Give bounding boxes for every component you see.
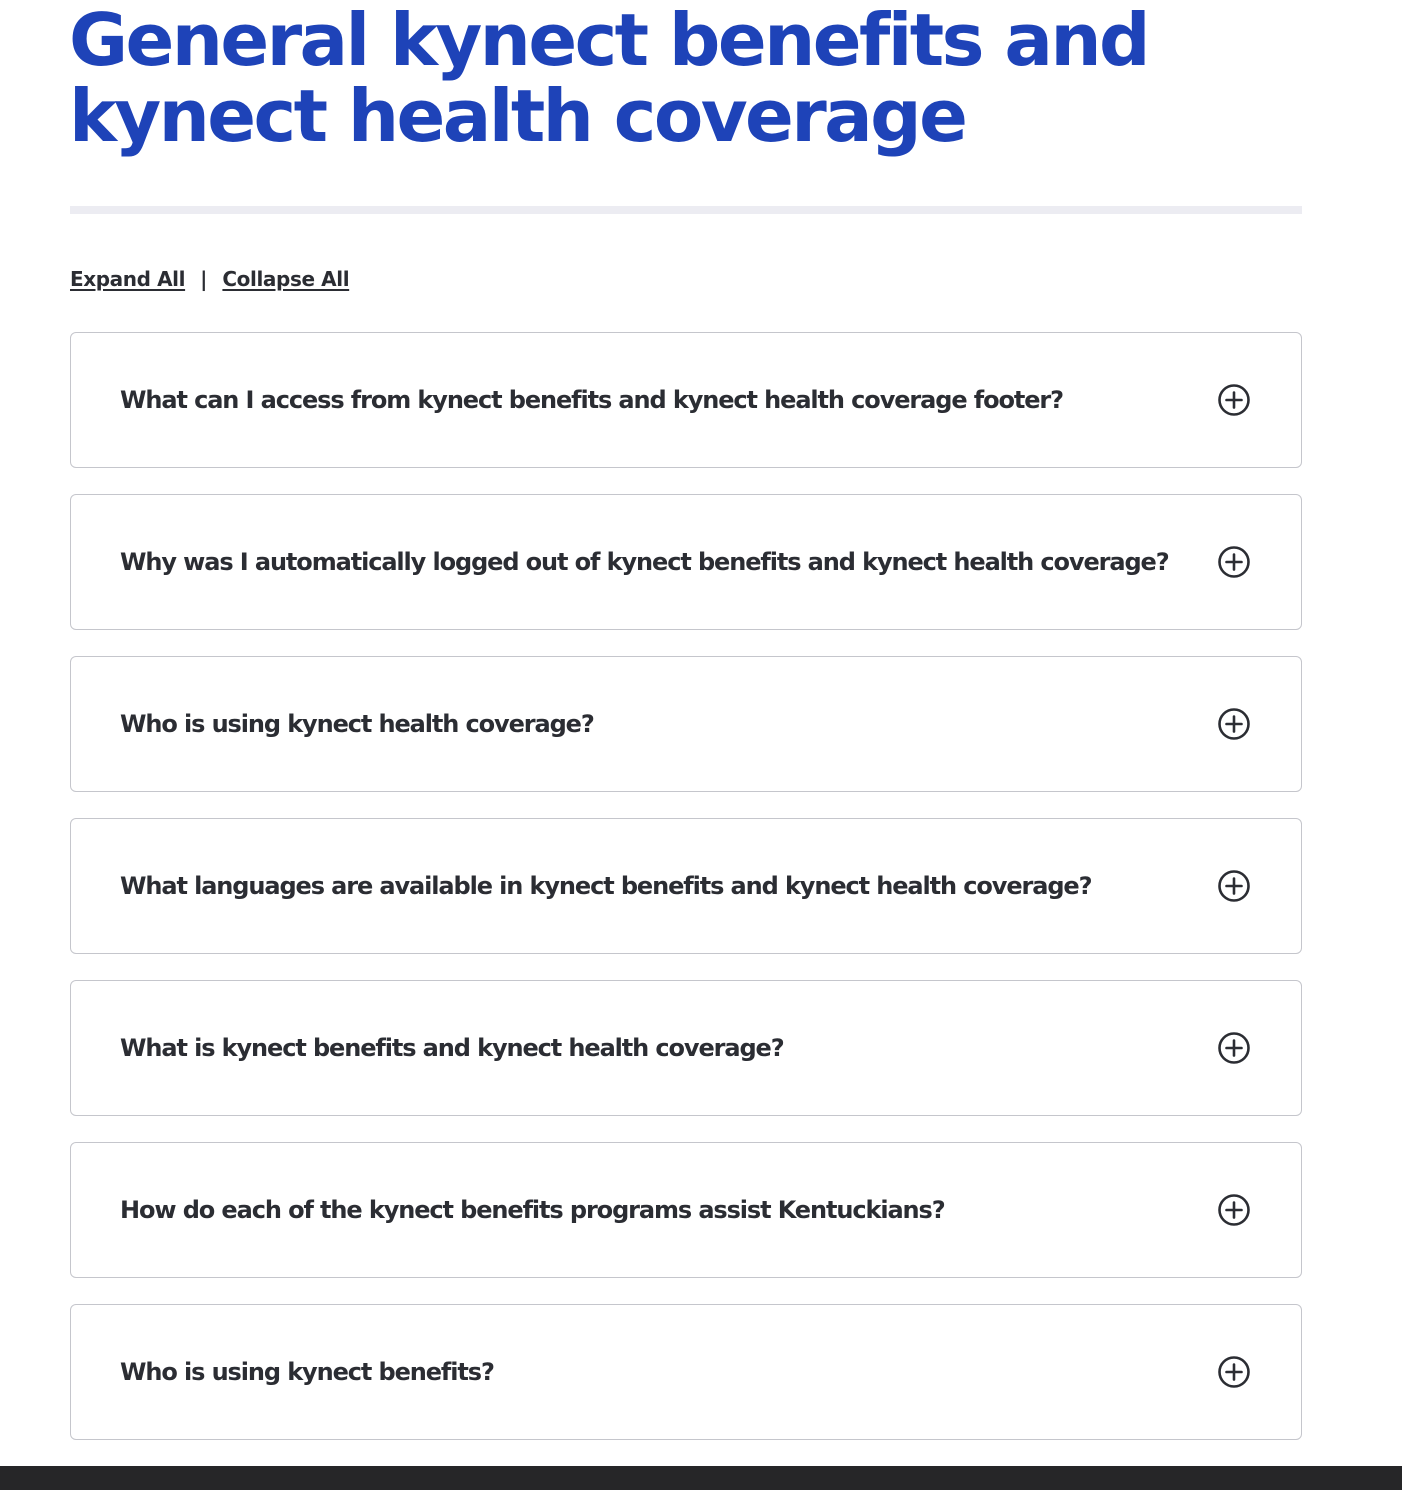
expand-all-link[interactable]: Expand All: [70, 267, 185, 291]
faq-item-logged-out[interactable]: Why was I automatically logged out of ky…: [70, 494, 1302, 630]
faq-question: What can I access from kynect benefits a…: [120, 386, 1064, 414]
faq-item-access-footer[interactable]: What can I access from kynect benefits a…: [70, 332, 1302, 468]
footer-bar: [0, 1466, 1402, 1490]
plus-circle-icon[interactable]: [1217, 1193, 1251, 1227]
faq-question: What is kynect benefits and kynect healt…: [120, 1034, 785, 1062]
faq-question: What languages are available in kynect b…: [120, 872, 1093, 900]
plus-circle-icon[interactable]: [1217, 1031, 1251, 1065]
faq-question: How do each of the kynect benefits progr…: [120, 1196, 946, 1224]
faq-item-benefits-users[interactable]: Who is using kynect benefits?: [70, 1304, 1302, 1440]
plus-circle-icon[interactable]: [1217, 1355, 1251, 1389]
faq-item-what-is-kynect[interactable]: What is kynect benefits and kynect healt…: [70, 980, 1302, 1116]
faq-accordion: What can I access from kynect benefits a…: [70, 332, 1302, 1466]
controls-separator: |: [200, 267, 208, 291]
title-divider: [70, 206, 1302, 214]
faq-question: Who is using kynect health coverage?: [120, 710, 595, 738]
faq-item-health-coverage-users[interactable]: Who is using kynect health coverage?: [70, 656, 1302, 792]
page-title: General kynect benefits and kynect healt…: [69, 0, 1151, 158]
faq-question: Who is using kynect benefits?: [120, 1358, 495, 1386]
faq-item-languages[interactable]: What languages are available in kynect b…: [70, 818, 1302, 954]
plus-circle-icon[interactable]: [1217, 383, 1251, 417]
plus-circle-icon[interactable]: [1217, 707, 1251, 741]
collapse-all-link[interactable]: Collapse All: [222, 267, 349, 291]
faq-item-programs-assist[interactable]: How do each of the kynect benefits progr…: [70, 1142, 1302, 1278]
plus-circle-icon[interactable]: [1217, 545, 1251, 579]
faq-question: Why was I automatically logged out of ky…: [120, 548, 1170, 576]
plus-circle-icon[interactable]: [1217, 869, 1251, 903]
accordion-controls: Expand All | Collapse All: [70, 264, 350, 294]
